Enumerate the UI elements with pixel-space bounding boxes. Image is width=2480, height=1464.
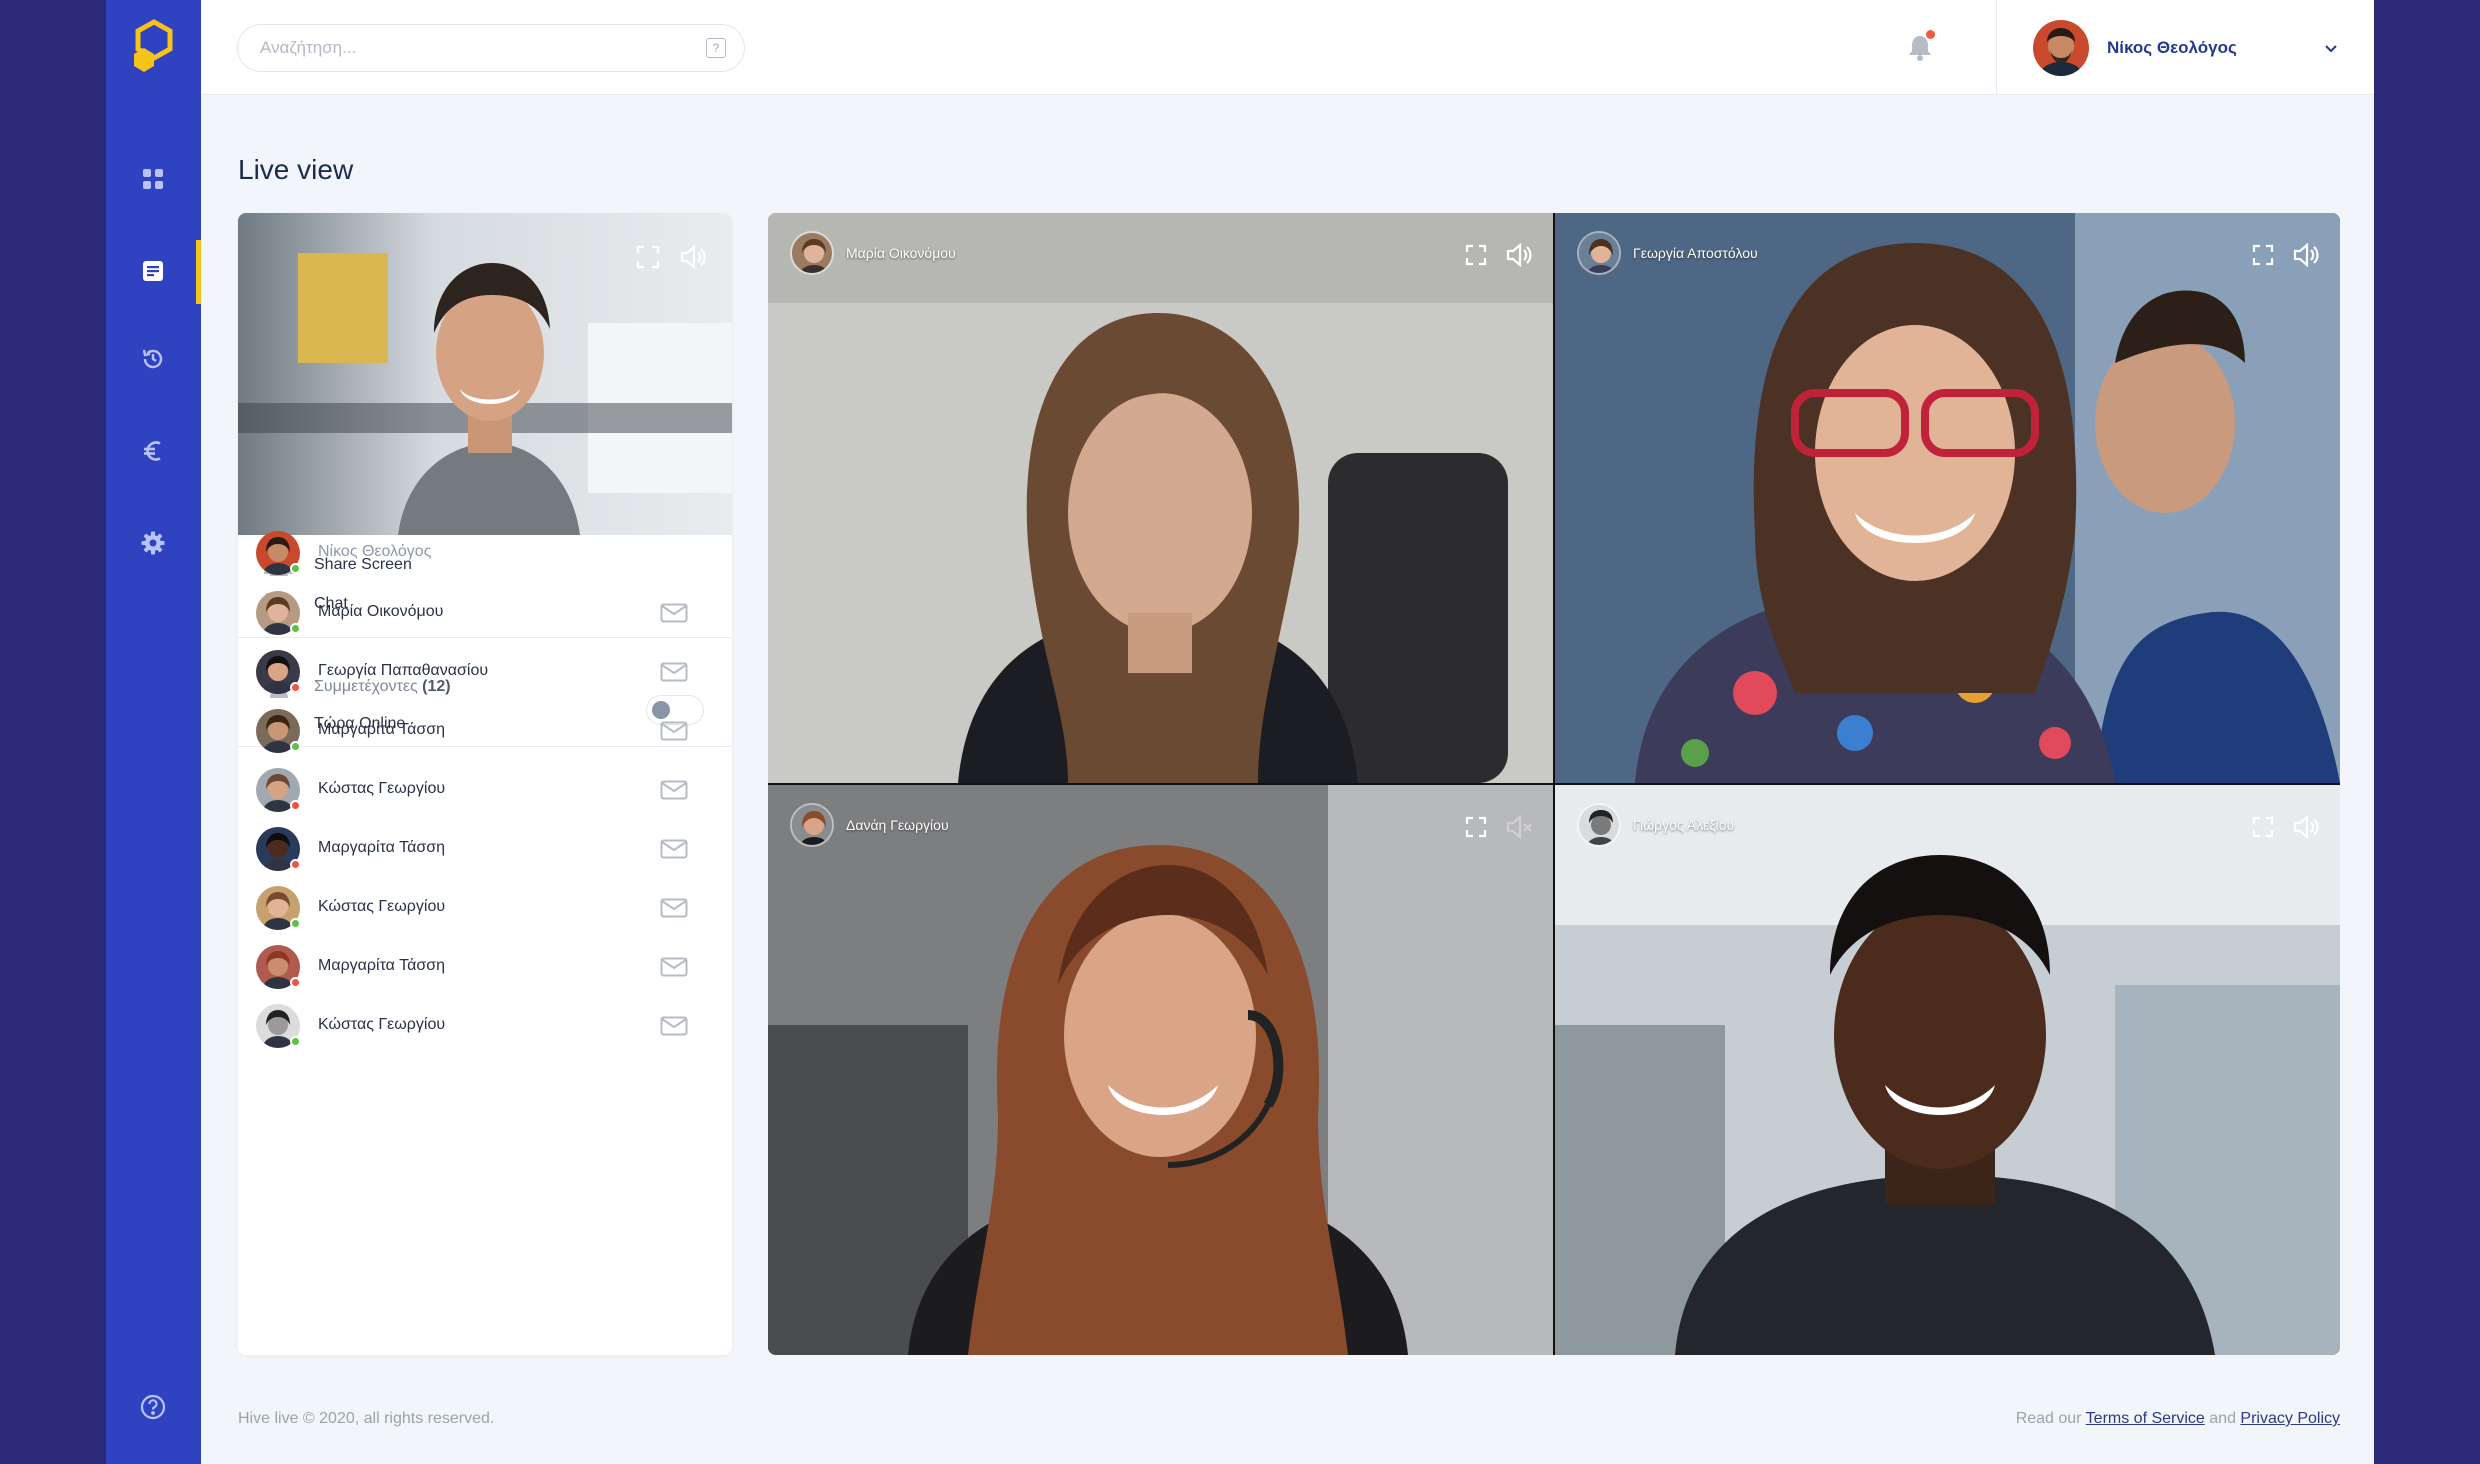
topbar-divider — [1996, 0, 1997, 95]
video-participant-name: Δανάη Γεωργίου — [846, 817, 949, 833]
participant-avatar — [1577, 231, 1621, 275]
gear-icon[interactable] — [138, 528, 168, 558]
video-participant-name: Γεωργία Αποστόλου — [1633, 245, 1758, 261]
topbar: ? Νίκος Θεολόγος — [201, 0, 2374, 95]
search-box[interactable]: ? — [237, 24, 745, 72]
volume-muted-icon[interactable] — [1505, 815, 1533, 839]
volume-icon[interactable] — [1505, 243, 1533, 267]
app-window: ? Νίκος Θεολόγος Live view — [106, 0, 2374, 1464]
mail-icon[interactable] — [660, 603, 688, 623]
participant-name: Μαρία Οικονόμου — [318, 603, 444, 620]
status-badge — [290, 1036, 301, 1047]
mail-icon[interactable] — [660, 898, 688, 918]
status-badge — [290, 682, 301, 693]
participant-name: Νίκος Θεολόγος — [318, 543, 432, 560]
status-badge — [290, 859, 301, 870]
mail-icon[interactable] — [660, 721, 688, 741]
participant-name: Γεωργία Παπαθανασίου — [318, 662, 489, 679]
mail-icon[interactable] — [660, 839, 688, 859]
logo-icon[interactable] — [130, 18, 178, 72]
participant-avatar — [790, 231, 834, 275]
document-icon[interactable] — [138, 256, 168, 286]
participant-row[interactable]: Νίκος Θεολόγος — [256, 527, 716, 577]
video-tile[interactable]: Δανάη Γεωργίου — [768, 785, 1553, 1355]
mail-icon[interactable] — [660, 1016, 688, 1036]
mail-icon[interactable] — [660, 780, 688, 800]
volume-icon[interactable] — [678, 243, 706, 271]
fullscreen-icon[interactable] — [2251, 243, 2275, 267]
self-video[interactable] — [238, 213, 732, 535]
status-badge — [290, 741, 301, 752]
search-input[interactable] — [260, 25, 680, 71]
participant-name: Μαργαρίτα Τάσση — [318, 957, 445, 974]
video-label: Μαρία Οικονόμου — [790, 231, 956, 275]
video-label: Γιώργος Αλεξίου — [1577, 803, 1734, 847]
participant-row[interactable]: Μαρία Οικονόμου — [256, 587, 716, 637]
volume-icon[interactable] — [2292, 815, 2320, 839]
participant-avatar — [790, 803, 834, 847]
participant-row[interactable]: Κώστας Γεωργίου — [256, 1000, 716, 1050]
fullscreen-icon[interactable] — [1464, 243, 1488, 267]
footer-links: Read our Terms of Service and Privacy Po… — [2016, 1410, 2340, 1428]
fullscreen-icon[interactable] — [2251, 815, 2275, 839]
status-badge — [290, 918, 301, 929]
user-name[interactable]: Νίκος Θεολόγος — [2107, 38, 2237, 58]
participant-row[interactable]: Κώστας Γεωργίου — [256, 882, 716, 932]
notification-dot — [1926, 30, 1935, 39]
footer-read-our: Read our — [2015, 1410, 2082, 1427]
video-grid: Μαρία Οικονόμου Γεωργία Αποστόλου Δανάη … — [768, 213, 2340, 1355]
fullscreen-icon[interactable] — [634, 243, 662, 271]
participant-name: Κώστας Γεωργίου — [318, 780, 446, 797]
participants-panel: Share Screen Chat Συμμετέχοντες (12) Τώρ… — [238, 213, 732, 1355]
user-avatar[interactable] — [2033, 20, 2089, 76]
help-icon[interactable] — [140, 1394, 166, 1420]
video-tile[interactable]: Μαρία Οικονόμου — [768, 213, 1553, 783]
page-title: Live view — [238, 154, 354, 185]
euro-icon[interactable] — [138, 436, 168, 466]
participant-row[interactable]: Μαργαρίτα Τάσση — [256, 705, 716, 755]
status-badge — [290, 623, 301, 634]
video-label: Δανάη Γεωργίου — [790, 803, 949, 847]
video-label: Γεωργία Αποστόλου — [1577, 231, 1758, 275]
video-participant-name: Μαρία Οικονόμου — [846, 245, 956, 261]
history-icon[interactable] — [138, 344, 168, 374]
mail-icon[interactable] — [660, 957, 688, 977]
terms-link[interactable]: Terms of Service — [2086, 1410, 2205, 1427]
status-badge — [290, 563, 301, 574]
grid-icon[interactable] — [138, 164, 168, 194]
search-shortcut-badge: ? — [706, 38, 726, 58]
volume-icon[interactable] — [2292, 243, 2320, 267]
participant-name: Κώστας Γεωργίου — [318, 1016, 446, 1033]
panel-divider — [238, 637, 732, 638]
status-badge — [290, 800, 301, 811]
fullscreen-icon[interactable] — [1464, 815, 1488, 839]
sidebar — [106, 0, 201, 1464]
participant-row[interactable]: Κώστας Γεωργίου — [256, 764, 716, 814]
participant-row[interactable]: Μαργαρίτα Τάσση — [256, 941, 716, 991]
video-tile[interactable]: Γεωργία Αποστόλου — [1555, 213, 2340, 783]
chevron-down-icon[interactable] — [2323, 40, 2339, 56]
status-badge — [290, 977, 301, 988]
video-participant-name: Γιώργος Αλεξίου — [1633, 817, 1735, 833]
participant-avatar — [1577, 803, 1621, 847]
video-tile[interactable]: Γιώργος Αλεξίου — [1555, 785, 2340, 1355]
nav-active-indicator — [196, 240, 201, 304]
footer-and: and — [2209, 1410, 2236, 1427]
participant-name: Μαργαρίτα Τάσση — [318, 839, 445, 856]
privacy-link[interactable]: Privacy Policy — [2240, 1410, 2340, 1427]
participant-row[interactable]: Γεωργία Παπαθανασίου — [256, 646, 716, 696]
mail-icon[interactable] — [660, 662, 688, 682]
participant-name: Κώστας Γεωργίου — [318, 898, 446, 915]
footer-copyright: Hive live © 2020, all rights reserved. — [238, 1410, 495, 1427]
participant-name: Μαργαρίτα Τάσση — [318, 721, 445, 738]
participant-row[interactable]: Μαργαρίτα Τάσση — [256, 823, 716, 873]
